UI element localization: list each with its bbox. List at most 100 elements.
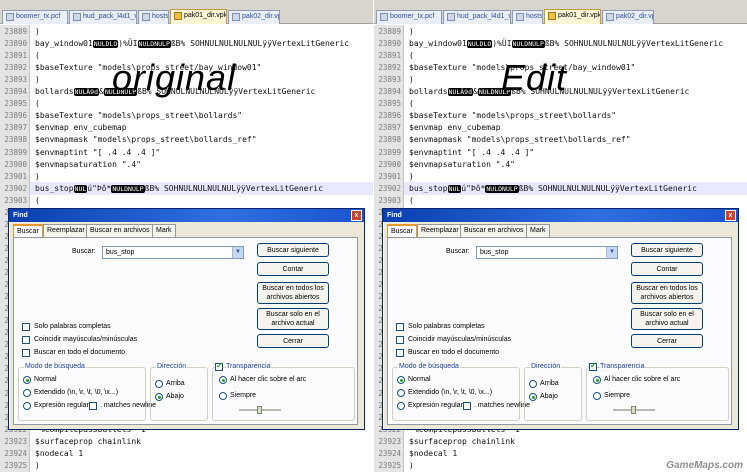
slider-thumb[interactable] [631, 406, 636, 414]
dialog-tab[interactable]: Reemplazar [43, 224, 89, 237]
file-tab[interactable]: hosts [138, 10, 169, 24]
transparency-on-lose-focus-radio[interactable] [219, 376, 227, 384]
file-icon [516, 13, 524, 21]
nul-badge: NULDNULP [137, 40, 171, 49]
transparency-on-lose-focus-radio[interactable] [593, 376, 601, 384]
whole-words-checkbox[interactable] [22, 323, 30, 331]
slider-thumb[interactable] [257, 406, 262, 414]
text-segment: )%ÜI [492, 39, 512, 49]
dialog-tab[interactable]: Mark [526, 224, 550, 237]
dialog-tab[interactable]: Buscar [13, 224, 43, 238]
file-tab[interactable]: pak01_dir.vpk [544, 9, 601, 24]
checkbox-label: Transparencia [600, 363, 645, 370]
transparency-always-radio[interactable] [593, 392, 601, 400]
close-icon[interactable]: x [725, 210, 736, 221]
whole-document-checkbox[interactable] [396, 349, 404, 357]
line-number: 23901 [374, 169, 404, 183]
transparency-checkbox[interactable] [589, 361, 597, 371]
line-text: ) [409, 75, 414, 85]
dialog-tab[interactable]: Buscar en archivos [86, 224, 154, 237]
transparency-checkbox[interactable] [215, 361, 223, 371]
file-tab[interactable]: pak02_dir.vpk [602, 10, 654, 24]
direction-up-radio[interactable] [155, 380, 163, 388]
direction-down-radio[interactable] [529, 393, 537, 401]
file-tab[interactable]: hosts [512, 10, 543, 24]
file-tab[interactable]: pak01_dir.vpk [170, 9, 227, 24]
file-tab[interactable]: hud_pack_l4d1_v1.vpk [69, 10, 137, 24]
text-segment: ú"Þô* [87, 183, 112, 193]
search-value: bus_stop [106, 249, 135, 256]
file-tab[interactable]: pak02_dir.vpk [228, 10, 280, 24]
find-all-open-button[interactable]: Buscar en todos los archivos abiertos [631, 282, 703, 304]
transparency-slider[interactable] [239, 406, 281, 414]
line-number: 23923 [0, 434, 30, 448]
extended-mode-radio[interactable] [23, 389, 31, 397]
chevron-down-icon[interactable]: ▼ [232, 247, 243, 258]
dialog-tab[interactable]: Reemplazar [417, 224, 463, 237]
find-all-open-button[interactable]: Buscar en todos los archivos abiertos [257, 282, 329, 304]
dialog-tab[interactable]: Mark [152, 224, 176, 237]
file-tab[interactable]: hud_pack_l4d1_v1.vpk [443, 10, 511, 24]
dialog-title: Find [387, 212, 402, 219]
file-icon [380, 13, 388, 21]
radio-label: Normal [34, 376, 57, 383]
file-icon [6, 13, 14, 21]
dialog-tab[interactable]: Buscar [387, 224, 417, 238]
line-number: 23896 [0, 109, 30, 123]
transparency-group: Transparencia Al hacer clic sobre el arc S… [212, 361, 355, 421]
checkbox-label: Buscar en todo el documento [408, 349, 500, 356]
transparency-slider[interactable] [613, 406, 655, 414]
file-tab[interactable]: boomer_tx.pcf [2, 10, 68, 24]
text-segment: )%ÜI [118, 39, 138, 49]
close-button[interactable]: Cerrar [257, 334, 329, 348]
search-input[interactable]: bus_stop ▼ [102, 246, 244, 259]
line-number: 23892 [0, 61, 30, 75]
checkbox-label: Coincidir mayúsculas/minúsculas [408, 336, 512, 343]
normal-mode-radio[interactable] [23, 376, 31, 384]
chevron-down-icon[interactable]: ▼ [606, 247, 617, 258]
transparency-always-radio[interactable] [219, 392, 227, 400]
line-number: 23898 [0, 133, 30, 147]
count-button[interactable]: Contar [631, 262, 703, 276]
radio-label: Arriba [540, 380, 559, 387]
find-current-file-button[interactable]: Buscar solo en el archivo actual [631, 308, 703, 330]
find-next-button[interactable]: Buscar siguiente [257, 243, 329, 257]
regex-mode-radio[interactable] [397, 402, 405, 410]
extended-mode-radio[interactable] [397, 389, 405, 397]
code-line: 23902 bus_stopNULú"Þô*NULDNULPßB% SOHNULN… [374, 181, 747, 195]
close-icon[interactable]: x [351, 210, 362, 221]
dialog-titlebar[interactable]: Find x [9, 209, 364, 222]
whole-document-checkbox[interactable] [22, 349, 30, 357]
match-case-checkbox[interactable] [396, 336, 404, 344]
dialog-tab[interactable]: Buscar en archivos [460, 224, 528, 237]
count-button[interactable]: Contar [257, 262, 329, 276]
group-title: Modo de búsqueda [398, 363, 460, 370]
direction-up-radio[interactable] [529, 380, 537, 388]
search-input[interactable]: bus_stop ▼ [476, 246, 618, 259]
find-next-button[interactable]: Buscar siguiente [631, 243, 703, 257]
direction-down-radio[interactable] [155, 393, 163, 401]
line-number: 23924 [374, 446, 404, 460]
search-mode-group: Modo de búsqueda Normal Extendido (\n, \r,… [18, 363, 156, 421]
file-tab-label: hud_pack_l4d1_v1.vpk [83, 13, 137, 20]
match-case-checkbox[interactable] [22, 336, 30, 344]
line-text: $nodecal 1 [409, 448, 458, 458]
dialog-titlebar[interactable]: Find x [383, 209, 738, 222]
whole-words-checkbox[interactable] [396, 323, 404, 331]
right-editor-pane: boomer_tx.pcf hud_pack_l4d1_v1.vpk hosts pa… [374, 0, 747, 475]
line-number: 23923 [374, 434, 404, 448]
text-segment: bay_window01 [409, 39, 467, 49]
code-line: 23923 $surfaceprop chainlink [374, 434, 747, 448]
line-text: ( [409, 195, 414, 205]
find-current-file-button[interactable]: Buscar solo en el archivo actual [257, 308, 329, 330]
file-tab-label: hosts [526, 13, 543, 20]
matches-newline-checkbox[interactable] [89, 402, 97, 410]
regex-mode-radio[interactable] [23, 402, 31, 410]
matches-newline-checkbox[interactable] [463, 402, 471, 410]
file-tab[interactable]: boomer_tx.pcf [376, 10, 442, 24]
normal-mode-radio[interactable] [397, 376, 405, 384]
line-number: 23889 [0, 25, 30, 38]
close-button[interactable]: Cerrar [631, 334, 703, 348]
line-text: ) [35, 27, 40, 36]
nul-badge: NULDLO [92, 40, 119, 49]
